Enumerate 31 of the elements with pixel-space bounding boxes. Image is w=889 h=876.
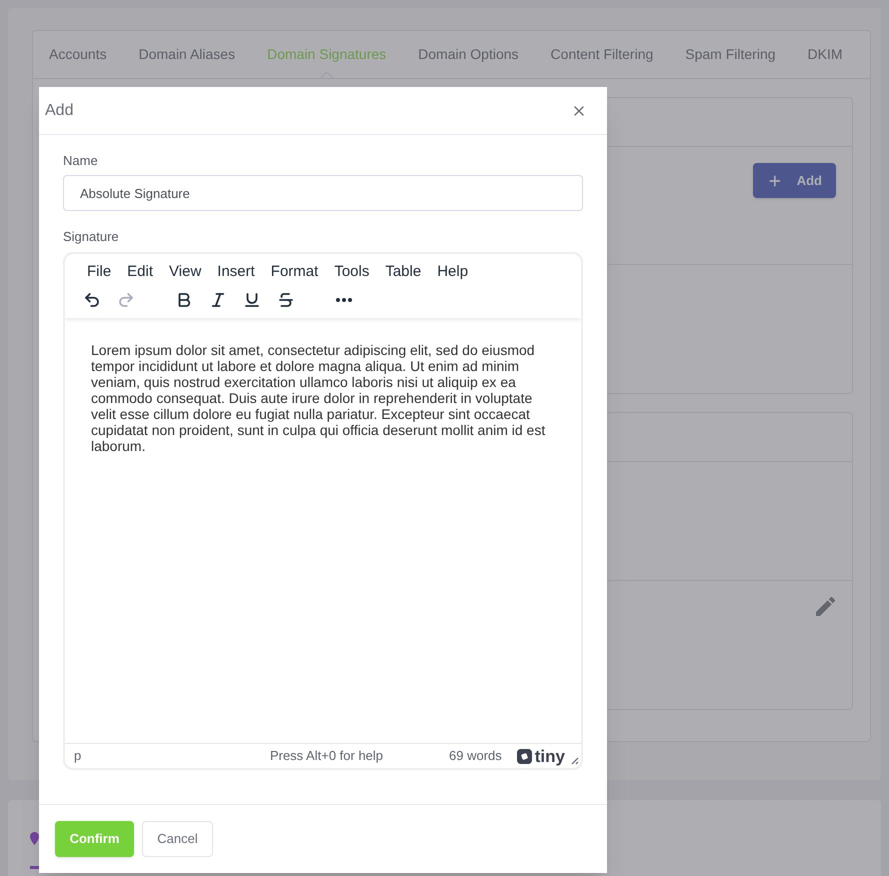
menu-item[interactable]: Edit <box>119 260 162 284</box>
dialog-title: Add <box>45 100 74 120</box>
help-hint: Press Alt+0 for help <box>270 747 384 766</box>
menu-item[interactable]: View <box>161 260 210 284</box>
menu-item[interactable]: Tools <box>326 260 378 284</box>
edit-button[interactable] <box>816 597 835 616</box>
signature-text: Lorem ipsum dolor sit amet, consectetur adipiscing elit, sed do eiusmod tempor incididunt ut labore et dolore magna aliqua. Ut enim ad minim veniam, quis nostrud exercitation ullamco laboris nisi ut aliquip ex ea commodo consequat. Duis aute irure dolor in reprehenderit in voluptate velit esse cillum dolore eu fugiat nulla pariatur. Excepteur sint occaecat cupidatat non proident, sunt in culpa qui officia deserunt mollit anim id est laborum. <box>91 342 546 454</box>
name-input[interactable]: Absolute Signature <box>63 175 583 211</box>
field-label: Signature <box>63 229 120 245</box>
menu-item[interactable]: File <box>79 260 120 284</box>
more-icon <box>336 298 352 302</box>
element-path[interactable]: p <box>74 746 82 766</box>
strikethrough-icon <box>277 291 295 309</box>
redo-icon <box>117 291 135 309</box>
brand-name[interactable]: tiny <box>534 748 565 764</box>
underline-icon <box>243 291 261 309</box>
italic-icon <box>209 291 227 309</box>
menu-item[interactable]: Insert <box>209 260 263 284</box>
menu-item[interactable]: Format <box>262 260 326 284</box>
menu-item[interactable]: Table <box>377 260 430 284</box>
pin-icon <box>30 832 39 845</box>
word-count[interactable]: 69 words <box>449 746 502 766</box>
pencil-icon <box>816 597 835 616</box>
field-label: Name <box>63 153 99 169</box>
cancel-button[interactable]: Cancel <box>142 821 213 857</box>
undo-icon <box>83 291 101 309</box>
logo-icon <box>516 748 532 764</box>
plus-icon <box>767 172 783 188</box>
add-button[interactable]: Add <box>753 163 836 198</box>
tab-indicator <box>30 866 39 869</box>
menu-item[interactable]: Help <box>429 260 476 284</box>
